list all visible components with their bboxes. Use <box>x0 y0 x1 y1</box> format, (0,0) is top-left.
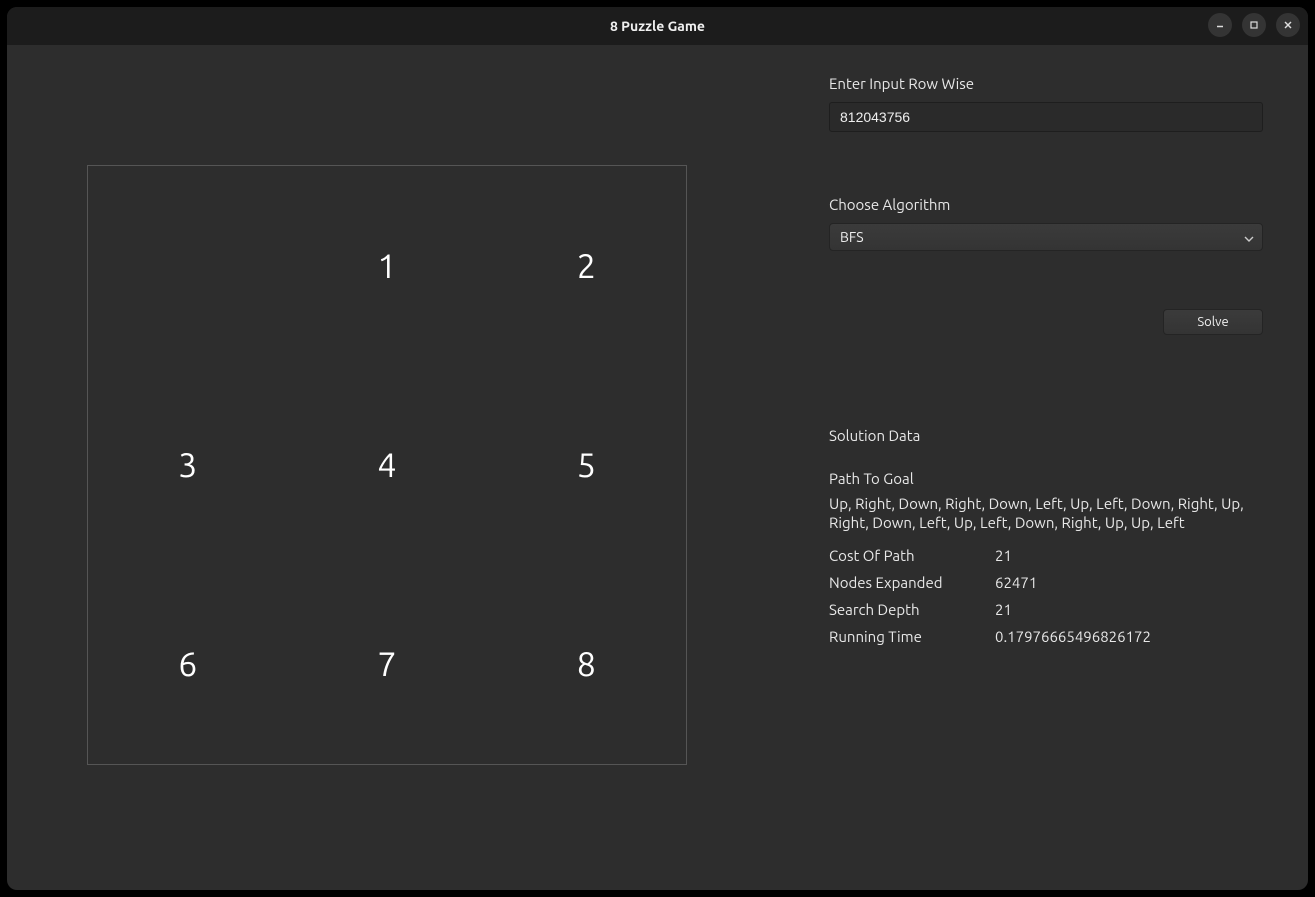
cost-value: 21 <box>995 547 1259 564</box>
chevron-down-icon <box>1244 229 1254 245</box>
minimize-icon <box>1215 20 1225 30</box>
depth-label: Search Depth <box>829 601 995 618</box>
puzzle-board: 1 2 3 4 5 6 7 8 <box>87 165 687 765</box>
depth-value: 21 <box>995 601 1259 618</box>
app-window: 8 Puzzle Game 1 2 3 4 5 6 7 8 Enter <box>7 7 1308 890</box>
maximize-icon <box>1249 20 1259 30</box>
tile-6[interactable]: 6 <box>88 565 287 764</box>
input-field[interactable] <box>829 102 1263 132</box>
nodes-value: 62471 <box>995 574 1259 591</box>
solve-button[interactable]: Solve <box>1163 309 1263 335</box>
tile-8[interactable]: 8 <box>487 565 686 764</box>
content-area: 1 2 3 4 5 6 7 8 Enter Input Row Wise Cho… <box>7 45 1308 890</box>
control-panel: Enter Input Row Wise Choose Algorithm BF… <box>829 75 1263 645</box>
time-label: Running Time <box>829 628 995 645</box>
tile-4[interactable]: 4 <box>287 365 486 564</box>
maximize-button[interactable] <box>1242 13 1266 37</box>
path-label: Path To Goal <box>829 470 1259 487</box>
solution-header: Solution Data <box>829 427 1259 444</box>
tile-3[interactable]: 3 <box>88 365 287 564</box>
tile-2[interactable]: 2 <box>487 166 686 365</box>
algorithm-label: Choose Algorithm <box>829 196 1263 213</box>
solution-section: Solution Data Path To Goal Up, Right, Do… <box>829 427 1263 645</box>
tile-5[interactable]: 5 <box>487 365 686 564</box>
close-icon <box>1283 20 1293 30</box>
titlebar: 8 Puzzle Game <box>7 7 1308 45</box>
stats-grid: Cost Of Path 21 Nodes Expanded 62471 Sea… <box>829 547 1259 645</box>
tile-1[interactable]: 1 <box>287 166 486 365</box>
minimize-button[interactable] <box>1208 13 1232 37</box>
solve-button-label: Solve <box>1197 315 1228 329</box>
time-value: 0.17976665496826172 <box>995 628 1259 645</box>
tile-0[interactable] <box>88 166 287 365</box>
close-button[interactable] <box>1276 13 1300 37</box>
algorithm-selected-value: BFS <box>840 229 864 245</box>
cost-label: Cost Of Path <box>829 547 995 564</box>
window-controls <box>1208 13 1300 37</box>
path-value: Up, Right, Down, Right, Down, Left, Up, … <box>829 495 1259 533</box>
input-label: Enter Input Row Wise <box>829 75 1263 92</box>
tile-7[interactable]: 7 <box>287 565 486 764</box>
window-title: 8 Puzzle Game <box>610 18 705 34</box>
algorithm-select[interactable]: BFS <box>829 223 1263 251</box>
nodes-label: Nodes Expanded <box>829 574 995 591</box>
